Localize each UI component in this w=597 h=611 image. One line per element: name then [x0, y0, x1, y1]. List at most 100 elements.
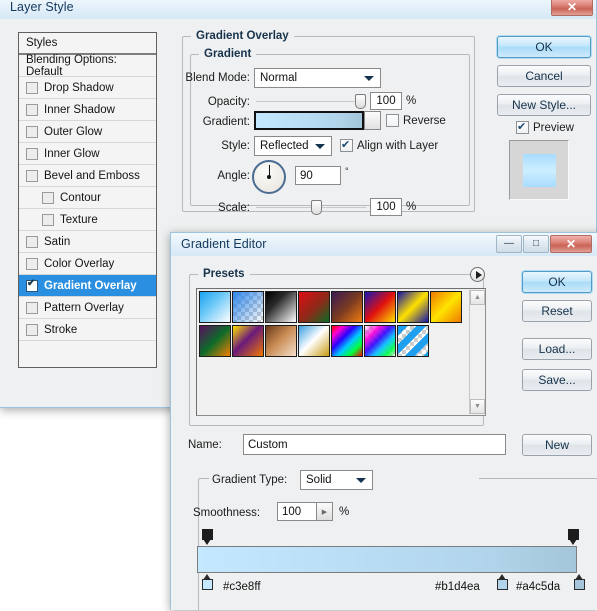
gradient-type-select[interactable]: Solid	[300, 470, 373, 490]
gradient-editor-ok-button[interactable]: OK	[522, 271, 592, 293]
color-stop-3[interactable]	[574, 574, 585, 590]
preset-swatch-transparent-rainbow[interactable]	[364, 325, 396, 357]
blend-mode-select[interactable]: Normal	[254, 68, 381, 88]
stroke-checkbox[interactable]	[26, 323, 38, 336]
preset-swatch-blue-red-yellow[interactable]	[364, 291, 396, 323]
color-stop-1[interactable]	[202, 574, 213, 590]
preset-swatch-fill	[365, 326, 395, 356]
preview-thumbnail	[509, 140, 569, 200]
satin-checkbox[interactable]	[26, 235, 38, 248]
inner-shadow-checkbox[interactable]	[26, 103, 38, 116]
sidebar-item-outer-glow[interactable]: Outer Glow	[19, 121, 156, 143]
scale-input[interactable]: 100	[370, 198, 402, 216]
scale-slider-knob[interactable]	[311, 200, 322, 215]
gradient-editor-new-button[interactable]: New	[522, 434, 592, 456]
sidebar-item-label: Pattern Overlay	[44, 301, 124, 314]
sidebar-item-inner-shadow[interactable]: Inner Shadow	[19, 99, 156, 121]
sidebar-item-label: Gradient Overlay	[44, 279, 137, 292]
preset-swatch-violet-orange[interactable]	[331, 291, 363, 323]
sidebar-item-color-overlay[interactable]: Color Overlay	[19, 253, 156, 275]
name-label: Name:	[188, 439, 222, 451]
align-with-layer-label: Align with Layer	[357, 140, 439, 152]
name-input[interactable]: Custom	[243, 434, 506, 455]
new-style-button[interactable]: New Style...	[497, 94, 591, 116]
preset-swatch-yellow-violet-orange[interactable]	[232, 325, 264, 357]
style-select[interactable]: Reflected	[254, 136, 332, 156]
preset-swatch-blue-yellow-white[interactable]	[298, 325, 330, 357]
preset-swatch-black-white[interactable]	[265, 291, 297, 323]
contour-checkbox[interactable]	[42, 191, 54, 204]
preset-swatch-blue-transparent[interactable]	[232, 291, 264, 323]
sidebar-item-gradient-overlay[interactable]: Gradient Overlay	[19, 275, 156, 297]
smoothness-spinner-button[interactable]: ▶	[317, 502, 333, 521]
reverse-checkbox[interactable]	[386, 114, 399, 127]
gradient-editor-close-button[interactable]: ✕	[550, 235, 592, 253]
outer-glow-checkbox[interactable]	[26, 125, 38, 138]
sidebar-item-bevel-and-emboss[interactable]: Bevel and Emboss	[19, 165, 156, 187]
gradient-editor-load-button[interactable]: Load...	[522, 338, 592, 360]
opacity-stop-left[interactable]	[202, 529, 213, 545]
scroll-down-icon[interactable]: ▼	[470, 399, 485, 414]
color-stop-2[interactable]	[497, 574, 508, 590]
opacity-stop-right[interactable]	[568, 529, 579, 545]
sidebar-item-label: Satin	[44, 235, 71, 248]
pattern-overlay-checkbox[interactable]	[26, 301, 38, 314]
smoothness-value: 100	[282, 505, 302, 518]
gradient-editor-maximize-button[interactable]: □	[523, 235, 549, 253]
inner-glow-checkbox[interactable]	[26, 147, 38, 160]
preview-label: Preview	[533, 122, 574, 134]
presets-list-box[interactable]: ▲ ▼	[196, 288, 486, 416]
layer-style-window-controls: ✕	[551, 0, 593, 16]
sidebar-item-texture[interactable]: Texture	[19, 209, 156, 231]
sidebar-item-drop-shadow[interactable]: Drop Shadow	[19, 77, 156, 99]
preset-swatch-red-green[interactable]	[298, 291, 330, 323]
styles-list-header-label: Styles	[26, 37, 58, 49]
style-value: Reflected	[260, 140, 309, 152]
presets-menu-icon[interactable]	[470, 267, 485, 282]
opacity-input[interactable]: 100	[370, 92, 402, 110]
presets-scrollbar[interactable]: ▲ ▼	[469, 290, 485, 414]
preset-swatch-violet-green-orange[interactable]	[199, 325, 231, 357]
gradient-editor-save-button[interactable]: Save...	[522, 369, 592, 391]
drop-shadow-checkbox[interactable]	[26, 81, 38, 94]
smoothness-input[interactable]: 100	[277, 502, 317, 521]
gradient-strip[interactable]	[197, 546, 577, 573]
layer-style-titlebar[interactable]	[0, 0, 596, 19]
scroll-up-icon[interactable]: ▲	[470, 290, 485, 305]
cancel-button[interactable]: Cancel	[497, 65, 591, 87]
preset-swatch-blue-white[interactable]	[199, 291, 231, 323]
sidebar-item-stroke[interactable]: Stroke	[19, 319, 156, 341]
gradient-overlay-checkbox[interactable]	[26, 278, 38, 292]
layer-style-close-button[interactable]: ✕	[551, 0, 593, 16]
gradient-editor-minimize-button[interactable]: —	[496, 235, 522, 253]
color-stop-swatch	[202, 579, 213, 590]
align-with-layer-checkbox[interactable]	[340, 138, 353, 152]
gradient-swatch-button[interactable]	[254, 111, 364, 130]
layer-style-title: Layer Style	[10, 0, 74, 14]
bevel-and-emboss-checkbox[interactable]	[26, 169, 38, 182]
preview-checkbox[interactable]	[516, 120, 529, 134]
preset-swatch-blue-yellow-blue[interactable]	[397, 291, 429, 323]
sidebar-item-contour[interactable]: Contour	[19, 187, 156, 209]
preset-swatch-copper[interactable]	[265, 325, 297, 357]
opacity-slider-track[interactable]	[256, 101, 366, 102]
texture-checkbox[interactable]	[42, 213, 54, 226]
sidebar-item-blending-options[interactable]: Blending Options: Default	[19, 54, 156, 78]
gradient-editor-reset-button[interactable]: Reset	[522, 300, 592, 322]
ok-button[interactable]: OK	[497, 36, 591, 58]
preset-swatch-spectrum[interactable]	[331, 325, 363, 357]
sidebar-item-pattern-overlay[interactable]: Pattern Overlay	[19, 297, 156, 319]
color-overlay-checkbox[interactable]	[26, 257, 38, 270]
styles-list-panel[interactable]: Styles Blending Options: Default Drop Sh…	[18, 32, 157, 368]
angle-input[interactable]: 90	[295, 166, 341, 185]
preset-swatch-orange-yellow-orange[interactable]	[430, 291, 462, 323]
opacity-slider-knob[interactable]	[355, 94, 366, 109]
sidebar-item-inner-glow[interactable]: Inner Glow	[19, 143, 156, 165]
chevron-down-icon	[356, 478, 366, 483]
angle-dial[interactable]	[252, 160, 286, 194]
gradient-swatch-dropdown[interactable]	[364, 111, 381, 130]
blend-mode-value: Normal	[260, 72, 298, 84]
gradient-legend: Gradient	[199, 48, 257, 60]
sidebar-item-satin[interactable]: Satin	[19, 231, 156, 253]
preset-swatch-transparent-stripes[interactable]	[397, 325, 429, 357]
